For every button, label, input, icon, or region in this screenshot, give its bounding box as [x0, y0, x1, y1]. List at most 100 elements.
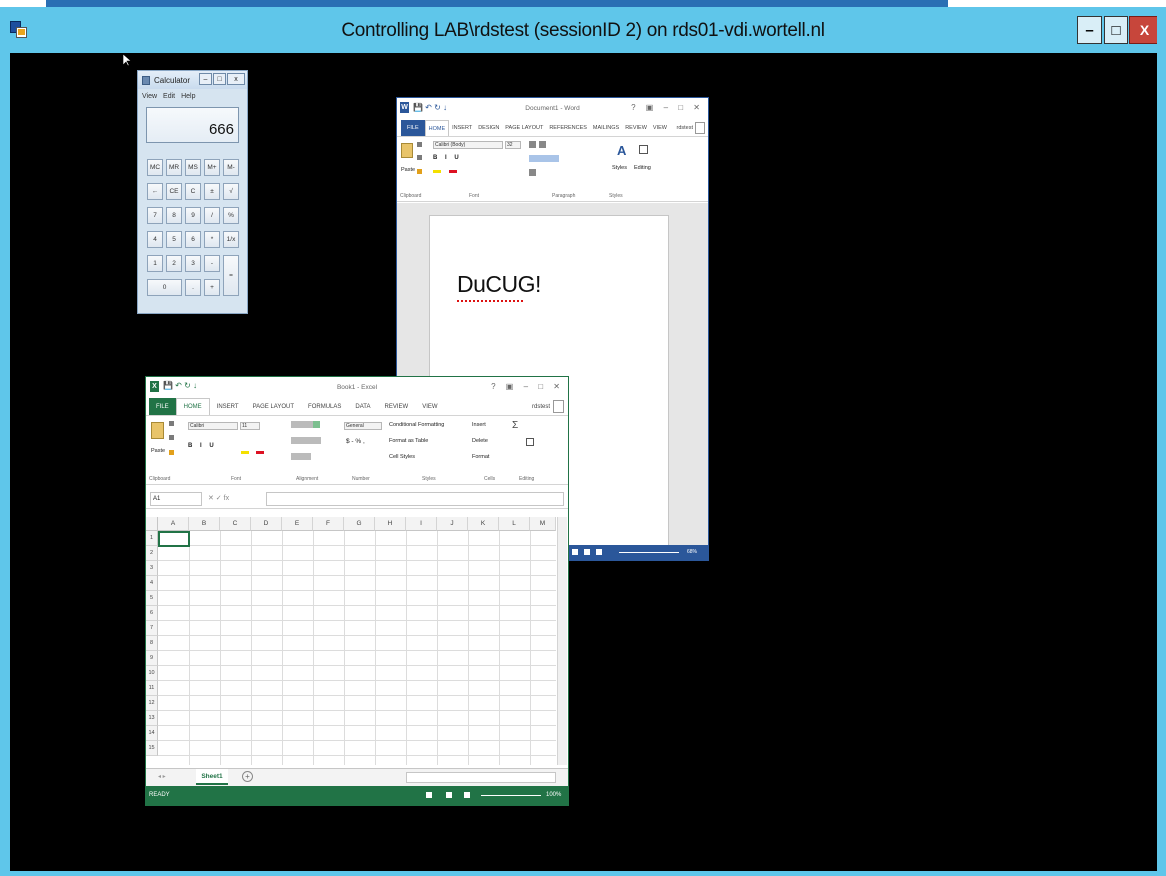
word-editing-label[interactable]: Editing — [634, 165, 651, 171]
styles-icon[interactable]: A — [617, 143, 626, 158]
row-header-5[interactable]: 5 — [146, 591, 158, 606]
calc-key-5[interactable]: 5 — [166, 231, 182, 248]
web-layout-icon[interactable] — [596, 549, 602, 555]
calculator-title-bar[interactable]: Calculator – □ x — [138, 71, 247, 89]
column-header-m[interactable]: M — [530, 517, 556, 531]
row-header-3[interactable]: 3 — [146, 561, 158, 576]
calc-key-reciprocal[interactable]: 1/x — [223, 231, 239, 248]
excel-tab-formulas[interactable]: FORMULAS — [301, 398, 348, 415]
word-tab-references[interactable]: REFERENCES — [546, 120, 590, 136]
calc-key-plus[interactable]: + — [204, 279, 220, 296]
column-header-f[interactable]: F — [313, 517, 344, 531]
word-styles-label[interactable]: Styles — [612, 165, 627, 171]
word-zoom-level[interactable]: 68% — [687, 549, 697, 555]
host-minimize-button[interactable]: – — [1077, 16, 1102, 44]
word-font-size-box[interactable]: 32 — [505, 141, 521, 149]
excel-tab-insert[interactable]: INSERT — [210, 398, 246, 415]
excel-vertical-scrollbar[interactable] — [557, 517, 567, 765]
sheet-nav-arrows-icon[interactable]: ◂ ▸ — [158, 773, 166, 780]
autosum-icon[interactable]: Σ — [512, 420, 518, 431]
word-title-bar[interactable]: W 💾 ↶ ↻ ↓ Document1 - Word ? ▣ – □ ✕ — [397, 98, 708, 120]
calc-key-equals[interactable]: = — [223, 255, 239, 296]
row-header-2[interactable]: 2 — [146, 546, 158, 561]
calc-key-ms[interactable]: MS — [185, 159, 201, 176]
row-header-13[interactable]: 13 — [146, 711, 158, 726]
column-header-e[interactable]: E — [282, 517, 313, 531]
delete-cells-button[interactable]: Delete — [472, 438, 488, 444]
excel-align-icons[interactable] — [291, 437, 321, 444]
format-as-table-button[interactable]: Format as Table — [389, 438, 428, 444]
insert-cells-button[interactable]: Insert — [472, 422, 486, 428]
excel-paste-label[interactable]: Paste — [151, 448, 165, 454]
row-header-4[interactable]: 4 — [146, 576, 158, 591]
excel-tab-view[interactable]: VIEW — [415, 398, 444, 415]
numbering-icon[interactable] — [539, 141, 546, 148]
word-font-name-box[interactable]: Calibri (Body) — [433, 141, 503, 149]
excel-wrap-text-icon[interactable] — [313, 421, 320, 428]
calc-key-3[interactable]: 3 — [185, 255, 201, 272]
calc-key-6[interactable]: 6 — [185, 231, 201, 248]
bullets-icon[interactable] — [529, 141, 536, 148]
cut-icon[interactable] — [417, 142, 422, 147]
excel-tab-page-layout[interactable]: PAGE LAYOUT — [246, 398, 301, 415]
excel-zoom-slider[interactable] — [481, 795, 541, 796]
excel-paste-icon[interactable] — [151, 422, 164, 439]
column-header-h[interactable]: H — [375, 517, 406, 531]
excel-bold-italic-underline-icons[interactable]: B I U — [188, 443, 217, 449]
word-tab-view[interactable]: VIEW — [650, 120, 670, 136]
excel-cut-icon[interactable] — [169, 421, 174, 426]
shading-icon[interactable] — [529, 169, 536, 176]
word-tab-review[interactable]: REVIEW — [622, 120, 650, 136]
calc-key-mplus[interactable]: M+ — [204, 159, 220, 176]
row-header-10[interactable]: 10 — [146, 666, 158, 681]
page-break-view-icon[interactable] — [464, 792, 470, 798]
new-sheet-icon[interactable]: + — [242, 771, 253, 782]
column-header-g[interactable]: G — [344, 517, 375, 531]
column-header-l[interactable]: L — [499, 517, 530, 531]
row-header-12[interactable]: 12 — [146, 696, 158, 711]
excel-font-color-icon[interactable] — [256, 451, 264, 454]
word-tab-insert[interactable]: INSERT — [449, 120, 475, 136]
read-mode-icon[interactable] — [572, 549, 578, 555]
row-header-1[interactable]: 1 — [146, 531, 158, 546]
row-header-15[interactable]: 15 — [146, 741, 158, 756]
excel-fx-icons[interactable]: ✕ ✓ fx — [208, 494, 229, 502]
copy-icon[interactable] — [417, 155, 422, 160]
host-title-bar[interactable]: Controlling LAB\rdstest (sessionID 2) on… — [0, 7, 1166, 53]
calc-key-mc[interactable]: MC — [147, 159, 163, 176]
sheet-tab-sheet1[interactable]: Sheet1 — [196, 769, 228, 785]
excel-copy-icon[interactable] — [169, 435, 174, 440]
calc-key-negate[interactable]: ± — [204, 183, 220, 200]
calc-key-9[interactable]: 9 — [185, 207, 201, 224]
print-layout-icon[interactable] — [584, 549, 590, 555]
host-close-button[interactable]: X — [1129, 16, 1160, 44]
calc-key-backspace[interactable]: ← — [147, 183, 163, 200]
excel-tab-file[interactable]: FILE — [149, 398, 176, 415]
column-header-a[interactable]: A — [158, 517, 189, 531]
word-document-text[interactable]: DuCUG! — [457, 271, 541, 298]
calc-key-4[interactable]: 4 — [147, 231, 163, 248]
excel-title-bar[interactable]: X 💾 ↶ ↻ ↓ Book1 - Excel ? ▣ – □ ✕ — [146, 377, 568, 398]
excel-font-name-box[interactable]: Calibri — [188, 422, 238, 430]
word-tab-mailings[interactable]: MAILINGS — [590, 120, 622, 136]
word-tab-design[interactable]: DESIGN — [475, 120, 502, 136]
excel-fill-color-icon[interactable] — [241, 451, 249, 454]
calc-key-divide[interactable]: / — [204, 207, 220, 224]
excel-tab-home[interactable]: HOME — [175, 398, 210, 415]
column-header-b[interactable]: B — [189, 517, 220, 531]
format-painter-icon[interactable] — [417, 169, 422, 174]
font-color-icon[interactable] — [449, 170, 457, 173]
calc-key-1[interactable]: 1 — [147, 255, 163, 272]
word-tab-file[interactable]: FILE — [401, 120, 425, 136]
excel-grid[interactable]: A B C D E F G H I J K L M 1 2 3 4 5 6 7 … — [146, 517, 568, 765]
page-layout-view-icon[interactable] — [446, 792, 452, 798]
calc-key-multiply[interactable]: * — [204, 231, 220, 248]
word-tab-home[interactable]: HOME — [424, 120, 450, 136]
row-header-14[interactable]: 14 — [146, 726, 158, 741]
conditional-formatting-button[interactable]: Conditional Formatting — [389, 422, 444, 428]
excel-indent-icons[interactable] — [291, 453, 311, 460]
excel-top-align-icons[interactable] — [291, 421, 315, 428]
menu-help[interactable]: Help — [181, 93, 195, 100]
calc-key-c[interactable]: C — [185, 183, 201, 200]
calc-key-percent[interactable]: % — [223, 207, 239, 224]
